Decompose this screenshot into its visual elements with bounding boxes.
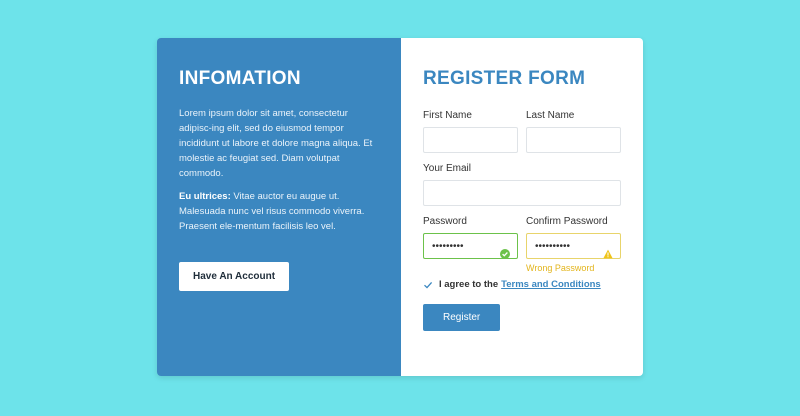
agree-row: I agree to the Terms and Conditions <box>423 279 621 290</box>
email-field: Your Email <box>423 163 621 206</box>
info-paragraph-2: Eu ultrices: Vitae auctor eu augue ut. M… <box>179 189 379 234</box>
warning-triangle-icon <box>603 246 613 259</box>
register-button[interactable]: Register <box>423 304 501 331</box>
first-name-label: First Name <box>423 110 472 121</box>
last-name-field: Last Name <box>526 110 621 153</box>
first-name-field: First Name <box>423 110 518 153</box>
register-form: REGISTER FORM First Name Last Name Your … <box>401 38 643 376</box>
last-name-input[interactable] <box>526 127 621 153</box>
email-label: Your Email <box>423 163 471 174</box>
first-name-input[interactable] <box>423 127 518 153</box>
have-account-button[interactable]: Have An Account <box>179 262 290 291</box>
email-input[interactable] <box>423 180 621 206</box>
info-paragraph-1: Lorem ipsum dolor sit amet, consectetur … <box>179 108 373 179</box>
confirm-password-label: Confirm Password <box>526 216 608 227</box>
last-name-label: Last Name <box>526 110 575 121</box>
password-field: Password <box>423 216 518 273</box>
info-paragraph-2-bold: Eu ultrices: <box>179 191 231 202</box>
info-title: INFOMATION <box>179 68 301 89</box>
register-card: INFOMATION Lorem ipsum dolor sit amet, c… <box>157 38 643 376</box>
password-row: Password Confirm Password Wrong Password <box>423 216 621 273</box>
confirm-password-field: Confirm Password Wrong Password <box>526 216 621 273</box>
form-title: REGISTER FORM <box>423 68 586 89</box>
agree-text: I agree to the <box>439 279 499 290</box>
terms-link[interactable]: Terms and Conditions <box>501 279 601 290</box>
name-row: First Name Last Name <box>423 110 621 153</box>
password-label: Password <box>423 216 467 227</box>
check-circle-icon <box>500 246 510 259</box>
info-panel: INFOMATION Lorem ipsum dolor sit amet, c… <box>157 38 401 376</box>
check-icon <box>424 281 433 289</box>
confirm-password-error: Wrong Password <box>526 263 595 273</box>
email-row: Your Email <box>423 163 621 206</box>
agree-checkbox[interactable] <box>423 280 433 290</box>
